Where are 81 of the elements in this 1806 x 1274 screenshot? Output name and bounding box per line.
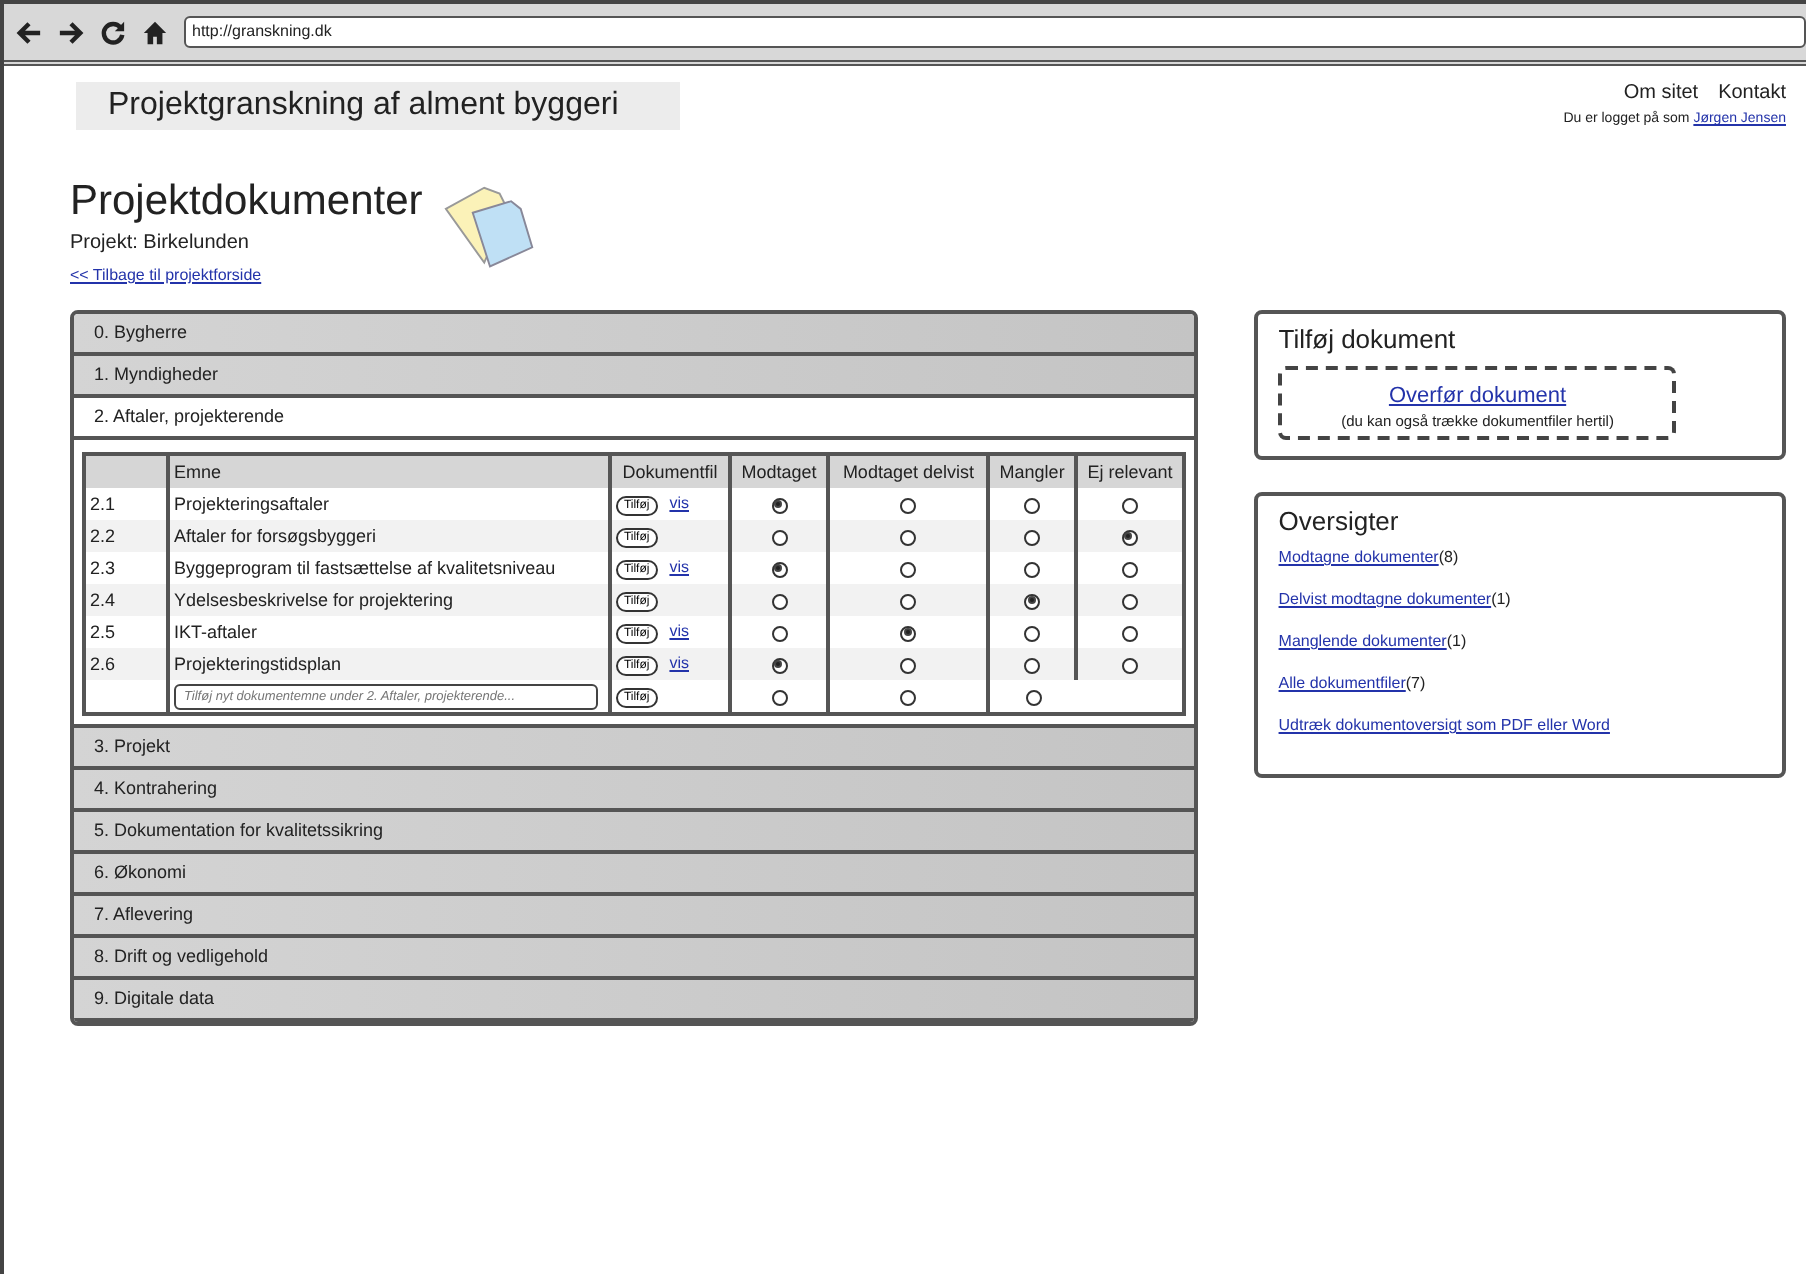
overview-link[interactable]: Delvist modtagne dokumenter [1278,590,1492,608]
nav-link[interactable]: Om sitet [1623,82,1699,104]
status-radio[interactable] [1024,593,1041,610]
status-radio[interactable] [771,625,788,642]
section-header[interactable]: 5. Dokumentation for kvalitetssikring [74,812,1195,854]
section-header[interactable]: 3. Projekt [74,728,1195,770]
status-radio[interactable] [1121,657,1138,674]
section-header[interactable]: 4. Kontrahering [74,770,1195,812]
status-radio[interactable] [1025,689,1042,706]
column-header: Mangler [999,461,1065,481]
section-header[interactable]: 1. Myndigheder [74,356,1195,398]
subject-text: IKT-aftaler [174,622,258,642]
site-title: Projektgranskning af alment byggeri [76,82,680,130]
status-radio[interactable] [771,593,788,610]
status-radio[interactable] [1121,529,1138,546]
row-number: 2.2 [90,526,116,546]
status-radio[interactable] [771,561,788,578]
status-radio[interactable] [900,561,917,578]
row-number: 2.3 [90,558,116,578]
view-link[interactable]: vis [669,654,689,672]
overview-link[interactable]: Alle dokumentfiler [1278,674,1406,692]
count-text: (1) [1491,590,1511,608]
overview-link[interactable]: Manglende dokumenter [1278,632,1447,650]
status-radio[interactable] [1024,561,1041,578]
status-radio[interactable] [1121,625,1138,642]
reload-icon[interactable] [100,19,126,45]
column-header: Dokumentfil [622,461,718,481]
home-icon[interactable] [142,19,168,45]
back-icon[interactable] [16,19,42,45]
subject-text: Projekteringstidsplan [174,654,342,674]
count-text: (1) [1446,632,1467,650]
column-header: Emne [174,461,222,481]
section-header[interactable]: 7. Aflevering [74,896,1195,938]
address-bar[interactable]: http://granskning.dk [184,16,1806,48]
row-number: 2.1 [90,494,116,514]
section-header[interactable]: 6. Økonomi [74,854,1195,896]
status-radio[interactable] [771,497,788,514]
subject-text: Ydelsesbeskrivelse for projektering [174,590,454,610]
view-link[interactable]: vis [669,622,689,640]
count-text: (7) [1405,674,1426,692]
section-header[interactable]: 8. Drift og vedligehold [74,938,1195,980]
column-header: Modtaget delvist [842,461,974,481]
forward-icon[interactable] [58,19,84,45]
count-text: (8) [1438,548,1459,566]
project-name: Projekt: Birkelunden [70,232,251,254]
row-number: 2.5 [90,622,116,642]
status-radio[interactable] [900,657,917,674]
nav-link[interactable]: Kontakt [1718,82,1786,104]
row-number: 2.4 [90,590,116,610]
status-radio[interactable] [900,625,917,642]
status-radio[interactable] [1121,497,1138,514]
overview-link[interactable]: Udtræk dokumentoversigt som PDF eller Word [1278,716,1610,734]
subject-text: Aftaler for forsøgsbyggeri [174,526,377,546]
overview-link[interactable]: Modtagne dokumenter [1278,548,1439,566]
panel-title: Tilføj dokument [1278,324,1458,354]
status-radio[interactable] [1121,593,1138,610]
subject-text: Projekteringsaftaler [174,494,330,514]
status-radio[interactable] [1121,561,1138,578]
section-header[interactable]: 9. Digitale data [74,980,1195,1022]
status-radio[interactable] [900,689,917,706]
status-radio[interactable] [900,593,917,610]
column-header: Modtaget [741,461,817,481]
status-radio[interactable] [1024,625,1041,642]
status-radio[interactable] [1024,529,1041,546]
section-header[interactable]: 0. Bygherre [74,314,1195,356]
row-number: 2.6 [90,654,116,674]
status-radio[interactable] [900,497,917,514]
status-radio[interactable] [1024,497,1041,514]
page-title: Projektdokumenter [70,178,423,226]
view-link[interactable]: vis [669,558,689,576]
back-link[interactable]: << Tilbage til projektforside [70,266,262,284]
status-radio[interactable] [771,529,788,546]
subject-text: Byggeprogram til fastsættelse af kvalitetsniveau [174,558,556,578]
status-radio[interactable] [771,657,788,674]
view-link[interactable]: vis [669,494,689,512]
upload-link[interactable]: Overfør dokument [1388,384,1567,408]
panel-title: Oversigter [1278,506,1401,536]
status-radio[interactable] [771,689,788,706]
status-radio[interactable] [900,529,917,546]
column-header: Ej relevant [1087,461,1173,481]
status-radio[interactable] [1024,657,1041,674]
